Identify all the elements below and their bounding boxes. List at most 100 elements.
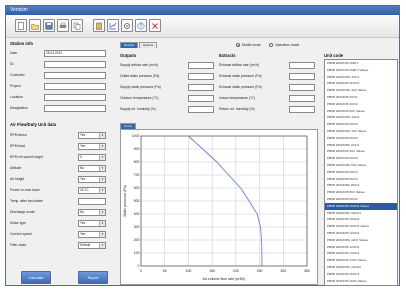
output-value[interactable] bbox=[188, 95, 214, 102]
x-tick-label: 200 bbox=[233, 269, 239, 273]
fan-field-select[interactable]: Default ▾ bbox=[78, 242, 106, 249]
help-icon[interactable]: ? bbox=[135, 19, 147, 32]
station-field-input[interactable] bbox=[44, 83, 106, 90]
static-pressure-chart: 0 50 100 150 200 250 300 350 0 100 200 300 400 500 600… bbox=[123, 134, 310, 281]
x-tick-label: 0 bbox=[140, 269, 142, 273]
station-field-input[interactable] bbox=[44, 61, 106, 68]
unit-list-item[interactable]: PBKB 200F/F05 8CF Valves bbox=[325, 189, 397, 196]
unit-code-list[interactable]: PBKB 200F/F05 1000 1 PBKB 200F/F05 1000 2… bbox=[324, 59, 398, 286]
fan-field-input[interactable] bbox=[78, 198, 106, 205]
save-icon[interactable] bbox=[43, 19, 55, 32]
unit-list-item[interactable]: PBKB 200F/F05L 6CF/1 bbox=[325, 142, 397, 149]
fan-field-select[interactable]: Yes ▾ bbox=[78, 231, 106, 238]
y-tick-label: 500 bbox=[134, 199, 140, 203]
svg-text:?: ? bbox=[140, 23, 143, 29]
station-field-label: Customer bbox=[10, 73, 25, 77]
fan-field-select[interactable]: Yes ▾ bbox=[78, 220, 106, 227]
unit-list-item[interactable]: PBKB 200F/F05 10CF/1 Valves bbox=[325, 202, 397, 210]
unit-list-item[interactable]: PBKB 200F/F05L 6CF Valves bbox=[325, 162, 397, 169]
chevron-down-icon: ▾ bbox=[99, 188, 105, 193]
unit-list-item[interactable]: PBKB 200F/F05 4CF/2 bbox=[325, 101, 397, 108]
station-field-input[interactable] bbox=[44, 94, 106, 101]
print-icon[interactable] bbox=[57, 19, 69, 32]
unit-list-item[interactable]: PBKB 200F/F05 4CF/4 bbox=[325, 169, 397, 176]
paste-icon[interactable] bbox=[93, 19, 105, 32]
unit-list-item[interactable]: PBKB 200F/F05 6CF/2 bbox=[325, 135, 397, 142]
unit-list-item[interactable]: PBKB 200F/F05 8CF/2 bbox=[325, 196, 397, 203]
fan-field-label: Power on rear base bbox=[10, 188, 40, 192]
output-label: Outlet static pressure (Pa) bbox=[120, 74, 160, 78]
output-value[interactable] bbox=[188, 73, 214, 80]
y-tick-label: 200 bbox=[134, 238, 140, 242]
unit-list-item[interactable]: PBKB 200F/F05 2FCF/1 bbox=[325, 80, 397, 87]
station-field-input[interactable]: 28.03.2013 bbox=[44, 50, 106, 57]
unit-list-item[interactable]: PBKB 200F/F05L 4CF/1 bbox=[325, 74, 397, 81]
station-field-label: Designation bbox=[10, 106, 28, 110]
fan-field-select[interactable]: 0 ▾ bbox=[78, 154, 106, 161]
unit-list-item[interactable]: PBKB 200F/F05L 12CF Valves bbox=[325, 237, 397, 244]
unit-list-item[interactable]: PBKB 200F/F05 16CF Valves bbox=[325, 278, 397, 285]
tab-options[interactable]: Options bbox=[139, 42, 157, 48]
unit-list-item[interactable]: PBKB 200F/F05 12CF/1 bbox=[325, 230, 397, 237]
unit-list-item[interactable]: PBKB 200F/F05 12CF/2 bbox=[325, 244, 397, 251]
extract-value[interactable] bbox=[289, 73, 315, 80]
unit-list-item[interactable]: PBKB 200F/F05L 4CF Valves bbox=[325, 87, 397, 94]
extract-value[interactable] bbox=[289, 95, 315, 102]
fan-field-select[interactable]: No ▾ bbox=[78, 165, 106, 172]
operation-mode-radio[interactable] bbox=[269, 43, 273, 47]
station-field-input[interactable] bbox=[44, 105, 106, 112]
unit-list-item[interactable]: PBKB 200F/F05 10CF/2 Valves bbox=[325, 223, 397, 230]
output-value[interactable] bbox=[188, 62, 214, 69]
chevron-down-icon: ▾ bbox=[99, 155, 105, 160]
unit-list-item[interactable]: PBKB 200F/F05 1000 1 bbox=[325, 60, 397, 67]
model-mode-radio[interactable] bbox=[236, 43, 240, 47]
unit-list-item[interactable]: PBKB 200F/F05 6CF/4 bbox=[325, 176, 397, 183]
fan-field-select[interactable]: Yes ▾ bbox=[78, 132, 106, 139]
fan-field-label: RPM factor bbox=[10, 133, 27, 137]
unit-list-item[interactable]: PBKB 200F/F05 14CF/1 bbox=[325, 250, 397, 257]
unit-list-item[interactable]: PBKB 200F/F05 16CF/1 bbox=[325, 271, 397, 278]
unit-list-item[interactable]: PBKB 200F/F05 6CF/1 bbox=[325, 94, 397, 101]
tab-results[interactable]: Results bbox=[120, 42, 138, 48]
fan-field-select[interactable]: No ▾ bbox=[78, 209, 106, 216]
chevron-down-icon: ▾ bbox=[99, 177, 105, 182]
exit-icon[interactable] bbox=[149, 19, 161, 32]
extract-value[interactable] bbox=[289, 106, 315, 113]
unit-list-item[interactable]: PBKB 200F/F05 4CF Valves bbox=[325, 148, 397, 155]
unit-list-item[interactable]: PBKB 200F/F05 6CF/3 bbox=[325, 155, 397, 162]
report-button[interactable]: Report bbox=[78, 271, 108, 284]
y-tick-label: 0 bbox=[138, 264, 140, 268]
fan-field-select[interactable]: Yes ▾ bbox=[78, 176, 106, 183]
extract-value[interactable] bbox=[289, 84, 315, 91]
unit-list-item[interactable]: PBKB 200F/F05L 4CF Valves bbox=[325, 128, 397, 135]
unit-list-item[interactable]: PBKB 200F/F05L 8CF/1 bbox=[325, 182, 397, 189]
unit-list-item[interactable]: PBKB 200F/F05 10CF/2 bbox=[325, 216, 397, 223]
calculate-button[interactable]: Calculate bbox=[21, 271, 51, 284]
x-tick-label: 350 bbox=[304, 269, 310, 273]
chart-icon[interactable] bbox=[107, 19, 119, 32]
new-file-icon[interactable] bbox=[15, 19, 27, 32]
unit-list-item[interactable]: PBKB 200F/F05 14CF Valves bbox=[325, 257, 397, 264]
unit-list-item[interactable]: PBKB 200F/F05L 4CF/2 bbox=[325, 114, 397, 121]
unit-list-item[interactable]: PBKB 200F/F05 4CF/3 bbox=[325, 121, 397, 128]
fan-field-select[interactable]: Yes ▾ bbox=[78, 143, 106, 150]
toolbar: ? bbox=[6, 15, 399, 38]
chevron-down-icon: ▾ bbox=[99, 232, 105, 237]
output-label: Supply rel. humidity (%) bbox=[120, 107, 156, 111]
output-label: Supply airflow rate (m³/h) bbox=[120, 63, 158, 67]
x-tick-label: 150 bbox=[209, 269, 215, 273]
unit-list-item[interactable]: PBKB 200F/F05 6CF Valves bbox=[325, 108, 397, 115]
output-value[interactable] bbox=[188, 106, 214, 113]
unit-list-item[interactable]: PBKB 200F/F05L 10CF/1 bbox=[325, 210, 397, 217]
unit-list-item[interactable]: PBKB 200F/F05 1000 2 Valves bbox=[325, 67, 397, 74]
open-file-icon[interactable] bbox=[29, 19, 41, 32]
extract-value[interactable] bbox=[289, 62, 315, 69]
extract-label: Exhaust static pressure (Pa) bbox=[219, 74, 262, 78]
settings-icon[interactable] bbox=[121, 19, 133, 32]
output-value[interactable] bbox=[188, 84, 214, 91]
station-field-input[interactable] bbox=[44, 72, 106, 79]
x-tick-label: 50 bbox=[163, 269, 167, 273]
fan-field-select[interactable]: 25.7C ▾ bbox=[78, 187, 106, 194]
unit-list-item[interactable]: PBKB 200F/F05L 14CF/2 bbox=[325, 264, 397, 271]
copy-icon[interactable] bbox=[71, 19, 83, 32]
